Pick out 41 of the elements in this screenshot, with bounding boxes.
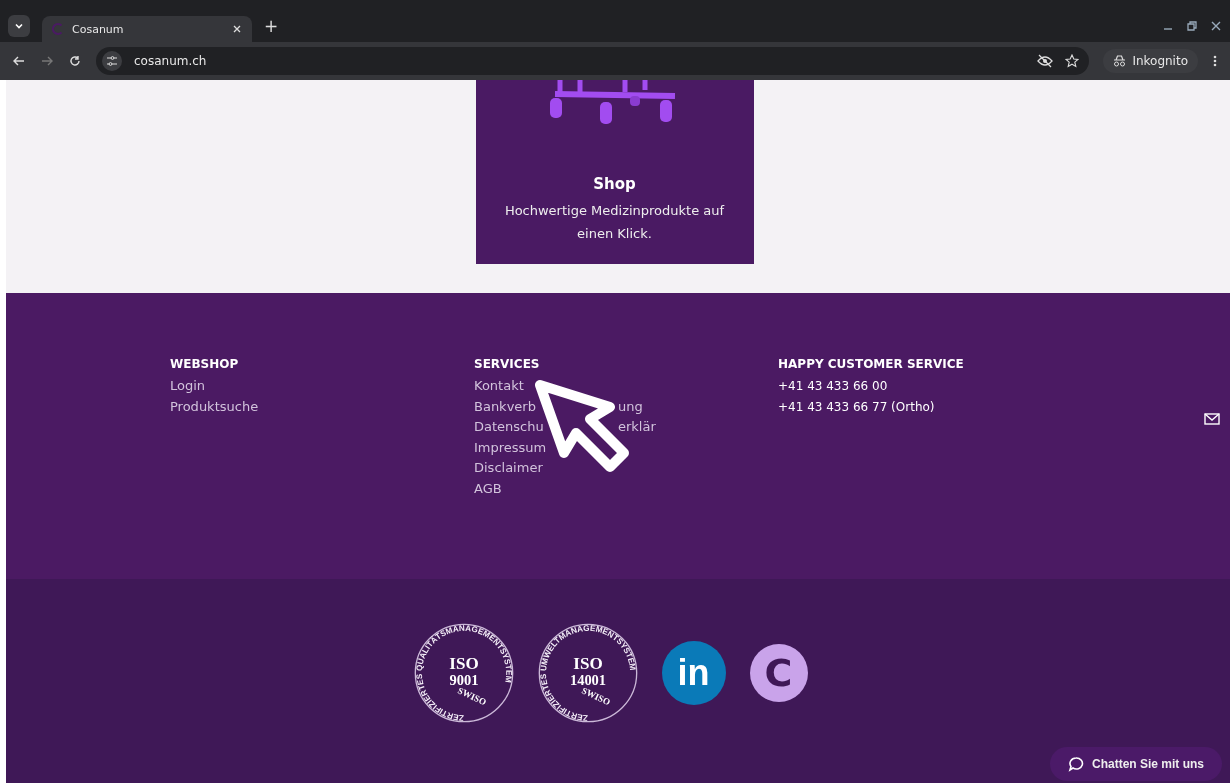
browser-tab[interactable]: Cosanum	[42, 16, 252, 42]
footer-link[interactable]: Datenschu	[474, 417, 544, 438]
chevron-down-icon	[14, 21, 24, 31]
footer-heading: HAPPY CUSTOMER SERVICE	[778, 357, 965, 371]
footer-link[interactable]: AGB	[474, 478, 778, 499]
more-vertical-icon[interactable]	[1212, 54, 1218, 68]
shop-card[interactable]: Shop Hochwertige Medizinprodukte auf einen Klick.	[475, 80, 754, 264]
address-field[interactable]: cosanum.ch	[134, 54, 207, 68]
card-title: Shop	[593, 175, 636, 193]
incognito-button[interactable]: Inkognito	[1103, 49, 1198, 73]
envelope-icon[interactable]	[1204, 413, 1220, 425]
tab-search-button[interactable]	[8, 15, 30, 37]
card-description: Hochwertige Medizinprodukte auf einen Klick.	[503, 202, 726, 243]
forward-arrow-icon[interactable]	[40, 54, 54, 68]
star-icon[interactable]	[1065, 54, 1080, 68]
new-tab-button[interactable]: +	[264, 16, 279, 36]
footer-link[interactable]: Produktsuche	[170, 396, 474, 417]
chat-button[interactable]: Chatten Sie mit uns	[1050, 747, 1222, 781]
footer-heading: WEBSHOP	[170, 357, 240, 371]
back-arrow-icon[interactable]	[12, 54, 26, 68]
close-icon[interactable]	[1210, 20, 1222, 32]
cookie-settings-button[interactable]: C	[749, 644, 808, 702]
site-settings-button[interactable]	[102, 51, 122, 71]
footer-link[interactable]: Bankverb	[474, 396, 536, 417]
footer-link[interactable]: ung	[618, 396, 643, 417]
eye-slash-icon[interactable]	[1037, 54, 1054, 68]
footer-heading: SERVICES	[474, 357, 541, 371]
footer-link[interactable]: Kontakt	[474, 376, 778, 397]
reload-icon[interactable]	[68, 54, 82, 68]
footer-link[interactable]: Disclaimer	[474, 458, 778, 479]
footer-link[interactable]: Impressum	[474, 437, 778, 458]
linkedin-button[interactable]: in	[661, 641, 726, 705]
c-logo-icon	[52, 23, 64, 35]
footer-link[interactable]: Login	[170, 376, 474, 397]
footer-link[interactable]: +41 43 433 66 77 (Ortho)	[778, 396, 1082, 417]
footer-link[interactable]: +41 43 433 66 00	[778, 376, 1082, 397]
tune-icon	[106, 55, 118, 67]
speech-bubble-icon	[1068, 756, 1084, 772]
incognito-icon	[1113, 55, 1127, 67]
restore-icon[interactable]	[1186, 20, 1198, 32]
footer-link[interactable]: erklär	[618, 417, 656, 438]
